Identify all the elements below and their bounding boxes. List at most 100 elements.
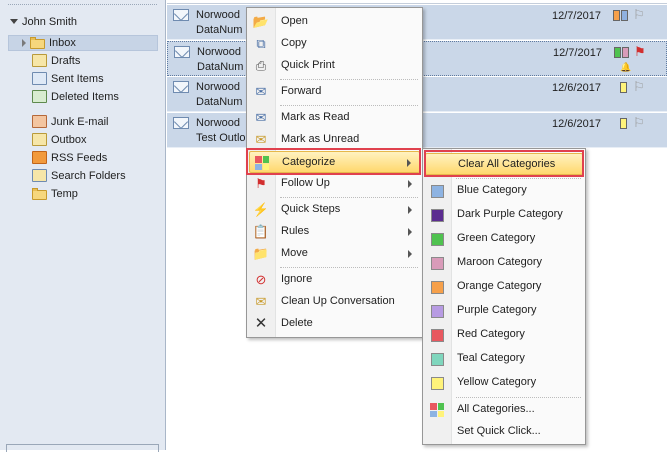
divider bbox=[8, 4, 157, 5]
menu-item-label: Maroon Category bbox=[457, 256, 542, 268]
menu-item-teal-category[interactable]: Teal Category bbox=[425, 348, 583, 370]
folder-search-folders[interactable]: Search Folders bbox=[32, 167, 126, 184]
menu-item-label: Mark as Read bbox=[281, 111, 350, 123]
menu-item-move[interactable]: 📁 Move bbox=[249, 243, 420, 265]
flag-outline-icon[interactable]: ⚐ bbox=[633, 116, 645, 129]
green-category-swatch-icon bbox=[429, 231, 445, 247]
menu-item-quick-steps[interactable]: ⚡ Quick Steps bbox=[249, 199, 420, 221]
folder-inbox[interactable]: Inbox bbox=[22, 34, 76, 51]
menu-item-yellow-category[interactable]: Yellow Category bbox=[425, 372, 583, 394]
message-date: 12/7/2017 bbox=[553, 47, 602, 59]
menu-separator bbox=[280, 105, 418, 106]
message-date: 12/7/2017 bbox=[552, 10, 601, 22]
menu-item-label: All Categories... bbox=[457, 403, 535, 415]
folder-drafts[interactable]: Drafts bbox=[32, 52, 80, 69]
orange-category-swatch-icon bbox=[429, 279, 445, 295]
menu-item-label: Yellow Category bbox=[457, 376, 537, 388]
category-markers[interactable] bbox=[614, 47, 629, 58]
menu-item-all-categories[interactable]: All Categories... bbox=[425, 399, 583, 421]
category-markers[interactable] bbox=[620, 82, 627, 93]
menu-item-rules[interactable]: 📋 Rules bbox=[249, 221, 420, 243]
menu-item-label: Rules bbox=[281, 225, 310, 237]
category-yellow-marker bbox=[620, 118, 627, 129]
menu-item-delete[interactable]: ✕ Delete bbox=[249, 313, 420, 335]
menu-item-blue-category[interactable]: Blue Category bbox=[425, 180, 583, 202]
menu-item-clean-up-conversation[interactable]: ✉ Clean Up Conversation bbox=[249, 291, 420, 313]
menu-item-label: Blue Category bbox=[457, 184, 527, 196]
print-icon: ⎙ bbox=[255, 58, 267, 73]
annotation-highlight-box bbox=[424, 150, 584, 177]
menu-item-label: Teal Category bbox=[457, 352, 525, 364]
category-markers[interactable] bbox=[613, 10, 628, 21]
yellow-category-swatch-icon bbox=[429, 375, 445, 391]
navigation-pane: John Smith Inbox Drafts Sent Items Delet… bbox=[0, 0, 166, 452]
menu-item-label: Dark Purple Category bbox=[457, 208, 563, 220]
menu-item-forward[interactable]: ✉ Forward bbox=[249, 81, 420, 103]
collapse-triangle-icon[interactable] bbox=[10, 19, 18, 24]
folder-label: Drafts bbox=[51, 54, 81, 67]
folder-deleted-items[interactable]: Deleted Items bbox=[32, 88, 119, 105]
menu-item-label: Move bbox=[281, 247, 308, 259]
menu-item-label: Set Quick Click... bbox=[457, 425, 541, 437]
menu-item-follow-up[interactable]: ⚑ Follow Up bbox=[249, 173, 420, 195]
menu-item-green-category[interactable]: Green Category bbox=[425, 228, 583, 250]
submenu-arrow-icon bbox=[408, 250, 412, 258]
message-sender: Norwood bbox=[196, 81, 241, 93]
message-subject: DataNum bbox=[196, 24, 243, 36]
menu-item-ignore[interactable]: ⊘ Ignore bbox=[249, 269, 420, 291]
categorize-submenu: Clear All Categories Blue Category Dark … bbox=[422, 148, 586, 445]
menu-item-open[interactable]: 📂 Open bbox=[249, 11, 420, 33]
inbox-folder-icon bbox=[30, 36, 45, 49]
move-icon: 📁 bbox=[252, 246, 270, 261]
menu-item-set-quick-click[interactable]: Set Quick Click... bbox=[425, 421, 583, 443]
message-sender: Norwood bbox=[196, 9, 241, 21]
menu-item-maroon-category[interactable]: Maroon Category bbox=[425, 252, 583, 274]
all-categories-icon bbox=[429, 402, 445, 418]
menu-item-quick-print[interactable]: ⎙ Quick Print bbox=[249, 55, 420, 77]
message-date: 12/6/2017 bbox=[552, 118, 601, 130]
flag-red-icon[interactable]: ⚑ bbox=[634, 45, 646, 58]
folder-label: RSS Feeds bbox=[51, 151, 108, 164]
menu-item-dark-purple-category[interactable]: Dark Purple Category bbox=[425, 204, 583, 226]
mark-read-icon: ✉ bbox=[255, 110, 267, 125]
message-subject: DataNum bbox=[196, 96, 243, 108]
folder-outbox[interactable]: Outbox bbox=[32, 131, 86, 148]
menu-item-label: Open bbox=[281, 15, 308, 27]
flag-outline-icon[interactable]: ⚐ bbox=[633, 80, 645, 93]
blue-category-swatch-icon bbox=[429, 183, 445, 199]
folder-label: Inbox bbox=[49, 36, 76, 49]
open-icon: 📂 bbox=[252, 14, 270, 29]
menu-item-copy[interactable]: ⧉ Copy bbox=[249, 33, 420, 55]
clean-up-icon: ✉ bbox=[255, 294, 267, 309]
menu-item-label: Purple Category bbox=[457, 304, 537, 316]
menu-item-orange-category[interactable]: Orange Category bbox=[425, 276, 583, 298]
reminder-bell-icon: 🔔 bbox=[620, 62, 632, 72]
folder-label: Deleted Items bbox=[51, 90, 119, 103]
menu-item-red-category[interactable]: Red Category bbox=[425, 324, 583, 346]
flag-outline-icon[interactable]: ⚐ bbox=[633, 8, 645, 21]
expand-arrow-icon[interactable] bbox=[22, 38, 26, 47]
folder-label: Junk E-mail bbox=[51, 115, 109, 128]
menu-item-label: Copy bbox=[281, 37, 307, 49]
menu-item-mark-as-read[interactable]: ✉ Mark as Read bbox=[249, 107, 420, 129]
folder-temp[interactable]: Temp bbox=[32, 185, 78, 202]
menu-item-label: Mark as Unread bbox=[281, 133, 360, 145]
deleted-items-icon bbox=[32, 90, 47, 103]
category-orange-marker bbox=[613, 10, 620, 21]
message-subject: DataNum bbox=[197, 61, 244, 73]
rss-feeds-icon bbox=[32, 151, 47, 164]
delete-icon: ✕ bbox=[254, 315, 268, 332]
forward-icon: ✉ bbox=[255, 84, 267, 99]
account-node[interactable]: John Smith bbox=[10, 13, 77, 30]
list-header-edge bbox=[167, 0, 667, 4]
menu-item-label: Clean Up Conversation bbox=[281, 295, 395, 307]
category-markers[interactable] bbox=[620, 118, 627, 129]
folder-junk-email[interactable]: Junk E-mail bbox=[32, 113, 108, 130]
envelope-icon bbox=[173, 117, 189, 129]
folder-label: Temp bbox=[51, 187, 78, 200]
menu-item-purple-category[interactable]: Purple Category bbox=[425, 300, 583, 322]
sent-items-icon bbox=[32, 72, 47, 85]
folder-label: Search Folders bbox=[51, 169, 126, 182]
folder-sent-items[interactable]: Sent Items bbox=[32, 70, 104, 87]
folder-rss-feeds[interactable]: RSS Feeds bbox=[32, 149, 107, 166]
